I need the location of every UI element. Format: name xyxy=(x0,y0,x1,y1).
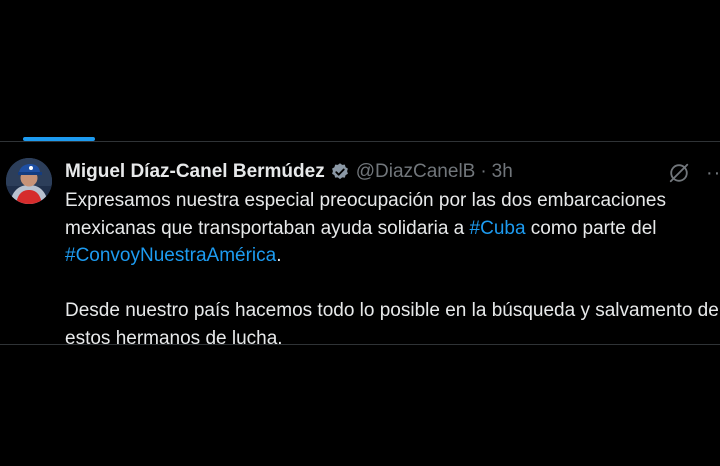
author-handle[interactable]: @DiazCanelB xyxy=(356,161,476,183)
separator-dot: · xyxy=(480,161,487,182)
timestamp[interactable]: 3h xyxy=(492,161,513,183)
tweet-paragraph-1: Expresamos nuestra especial preocupación… xyxy=(65,187,720,270)
avatar[interactable] xyxy=(6,158,52,204)
verified-badge-icon xyxy=(330,162,350,182)
paragraph1-text-b: como parte del xyxy=(525,217,657,239)
grok-icon[interactable] xyxy=(668,162,690,184)
active-tab-indicator xyxy=(23,137,95,141)
tweet-card[interactable]: Miguel Díaz-Canel Bermúdez @DiazCanelB ·… xyxy=(0,142,720,349)
hashtag-convoy-link[interactable]: #ConvoyNuestraAmérica xyxy=(65,245,276,266)
paragraph1-text-c: . xyxy=(276,245,282,266)
tweet-header: Miguel Díaz-Canel Bermúdez @DiazCanelB ·… xyxy=(65,160,513,184)
tab-strip xyxy=(0,127,720,142)
tweet-text: Expresamos nuestra especial preocupación… xyxy=(65,187,720,352)
author-name[interactable]: Miguel Díaz-Canel Bermúdez xyxy=(65,161,325,183)
tweet-paragraph-2: Desde nuestro país hacemos todo lo posib… xyxy=(65,300,719,349)
hashtag-cuba-link[interactable]: #Cuba xyxy=(470,218,526,239)
more-icon[interactable]: ··· xyxy=(706,163,720,183)
